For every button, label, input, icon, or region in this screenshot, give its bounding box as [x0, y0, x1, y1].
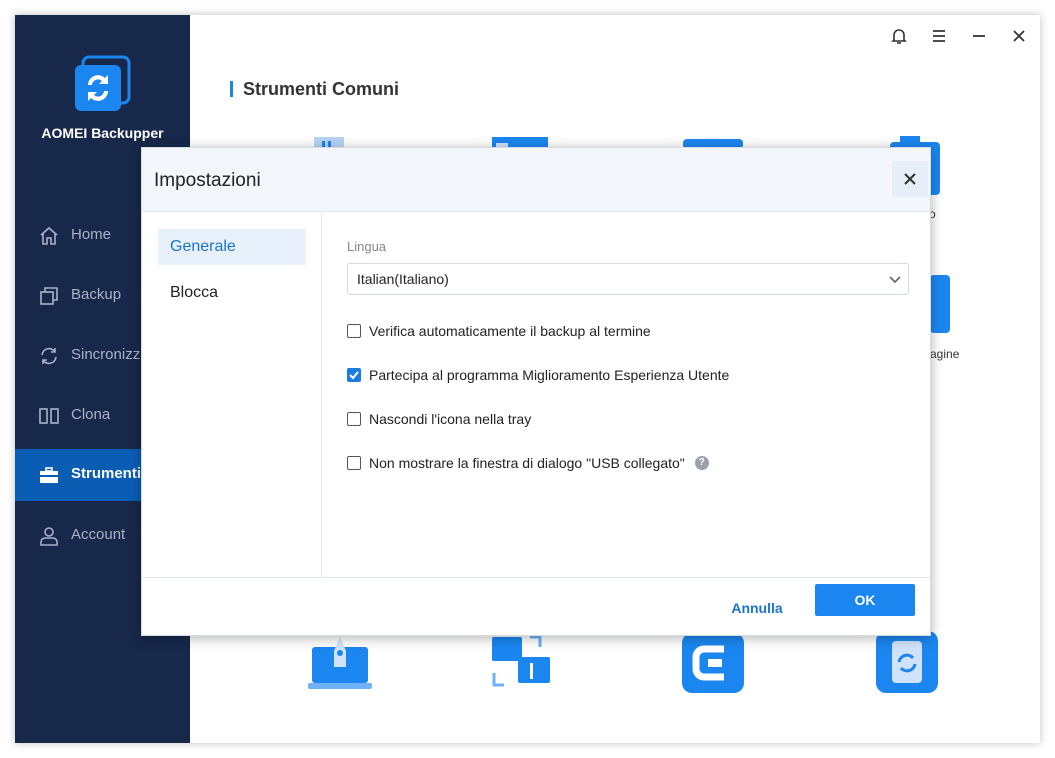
toolbox-icon — [40, 467, 58, 483]
chevron-down-icon — [889, 276, 901, 284]
home-icon — [40, 226, 58, 245]
option-usb-dialog[interactable]: Non mostrare la finestra di dialogo "USB… — [347, 453, 709, 473]
checkmark-icon — [349, 371, 359, 380]
sidebar-item-label: Sincronizza — [71, 346, 149, 363]
minimize-icon[interactable] — [968, 25, 990, 47]
language-select[interactable]: Italian(Italiano) — [347, 263, 909, 295]
app-name: AOMEI Backupper — [41, 125, 164, 141]
phone-backup-tool-icon[interactable] — [874, 631, 940, 695]
sidebar-item-label: Strumenti — [71, 465, 142, 482]
section-title: Strumenti Comuni — [230, 79, 399, 100]
sidebar-item-label: Account — [71, 526, 126, 543]
dialog-title: Impostazioni — [154, 170, 261, 191]
language-value: Italian(Italiano) — [357, 271, 449, 287]
checkbox-checked[interactable] — [347, 368, 361, 382]
option-label: Partecipa al programma Miglioramento Esp… — [369, 367, 730, 383]
account-icon — [40, 527, 58, 546]
aomei-logo-icon — [75, 55, 131, 111]
checkbox[interactable] — [347, 324, 361, 338]
dialog-tabs: Generale Blocca — [142, 213, 322, 577]
option-user-experience[interactable]: Partecipa al programma Miglioramento Esp… — [347, 365, 729, 385]
tool-label: agine — [930, 347, 960, 361]
sidebar-item-label: Clona — [71, 406, 111, 423]
option-label: Non mostrare la finestra di dialogo "USB… — [369, 455, 685, 471]
rocket-tool-icon[interactable] — [308, 633, 372, 691]
sync-icon — [41, 347, 57, 365]
compare-tool-icon[interactable] — [490, 633, 552, 691]
language-label: Lingua — [347, 239, 387, 254]
dialog-content: Lingua Italian(Italiano) Verifica automa… — [323, 213, 930, 577]
cancel-button[interactable]: Annulla — [722, 593, 792, 623]
dialog-footer: Annulla OK — [142, 577, 930, 635]
option-verify-backup[interactable]: Verifica automaticamente il backup al te… — [347, 321, 651, 341]
checkbox[interactable] — [347, 412, 361, 426]
tool-icon[interactable] — [930, 275, 950, 333]
checkbox[interactable] — [347, 456, 361, 470]
menu-icon[interactable] — [928, 25, 950, 47]
option-label: Verifica automaticamente il backup al te… — [369, 323, 651, 339]
ok-button[interactable]: OK — [815, 584, 915, 616]
dialog-header: Impostazioni — [142, 148, 930, 212]
clone-icon — [39, 408, 59, 424]
option-label: Nascondi l'icona nella tray — [369, 411, 532, 427]
backup-icon — [40, 287, 58, 305]
settings-dialog: Impostazioni Generale Blocca Lingua Ital… — [141, 147, 931, 636]
dialog-close-button[interactable] — [892, 161, 928, 197]
sidebar-item-label: Backup — [71, 286, 122, 303]
tab-generale[interactable]: Generale — [158, 229, 306, 265]
bell-icon[interactable] — [888, 25, 910, 47]
help-icon[interactable]: ? — [694, 456, 709, 470]
centralized-tool-icon[interactable] — [680, 633, 746, 695]
close-icon[interactable] — [1008, 25, 1030, 47]
option-hide-tray-icon[interactable]: Nascondi l'icona nella tray — [347, 409, 531, 429]
sidebar-item-label: Home — [71, 226, 112, 243]
tab-blocca[interactable]: Blocca — [158, 275, 306, 311]
close-icon — [904, 173, 916, 185]
app-window: AOMEI Backupper Home Backup Sincronizza … — [15, 15, 1040, 743]
